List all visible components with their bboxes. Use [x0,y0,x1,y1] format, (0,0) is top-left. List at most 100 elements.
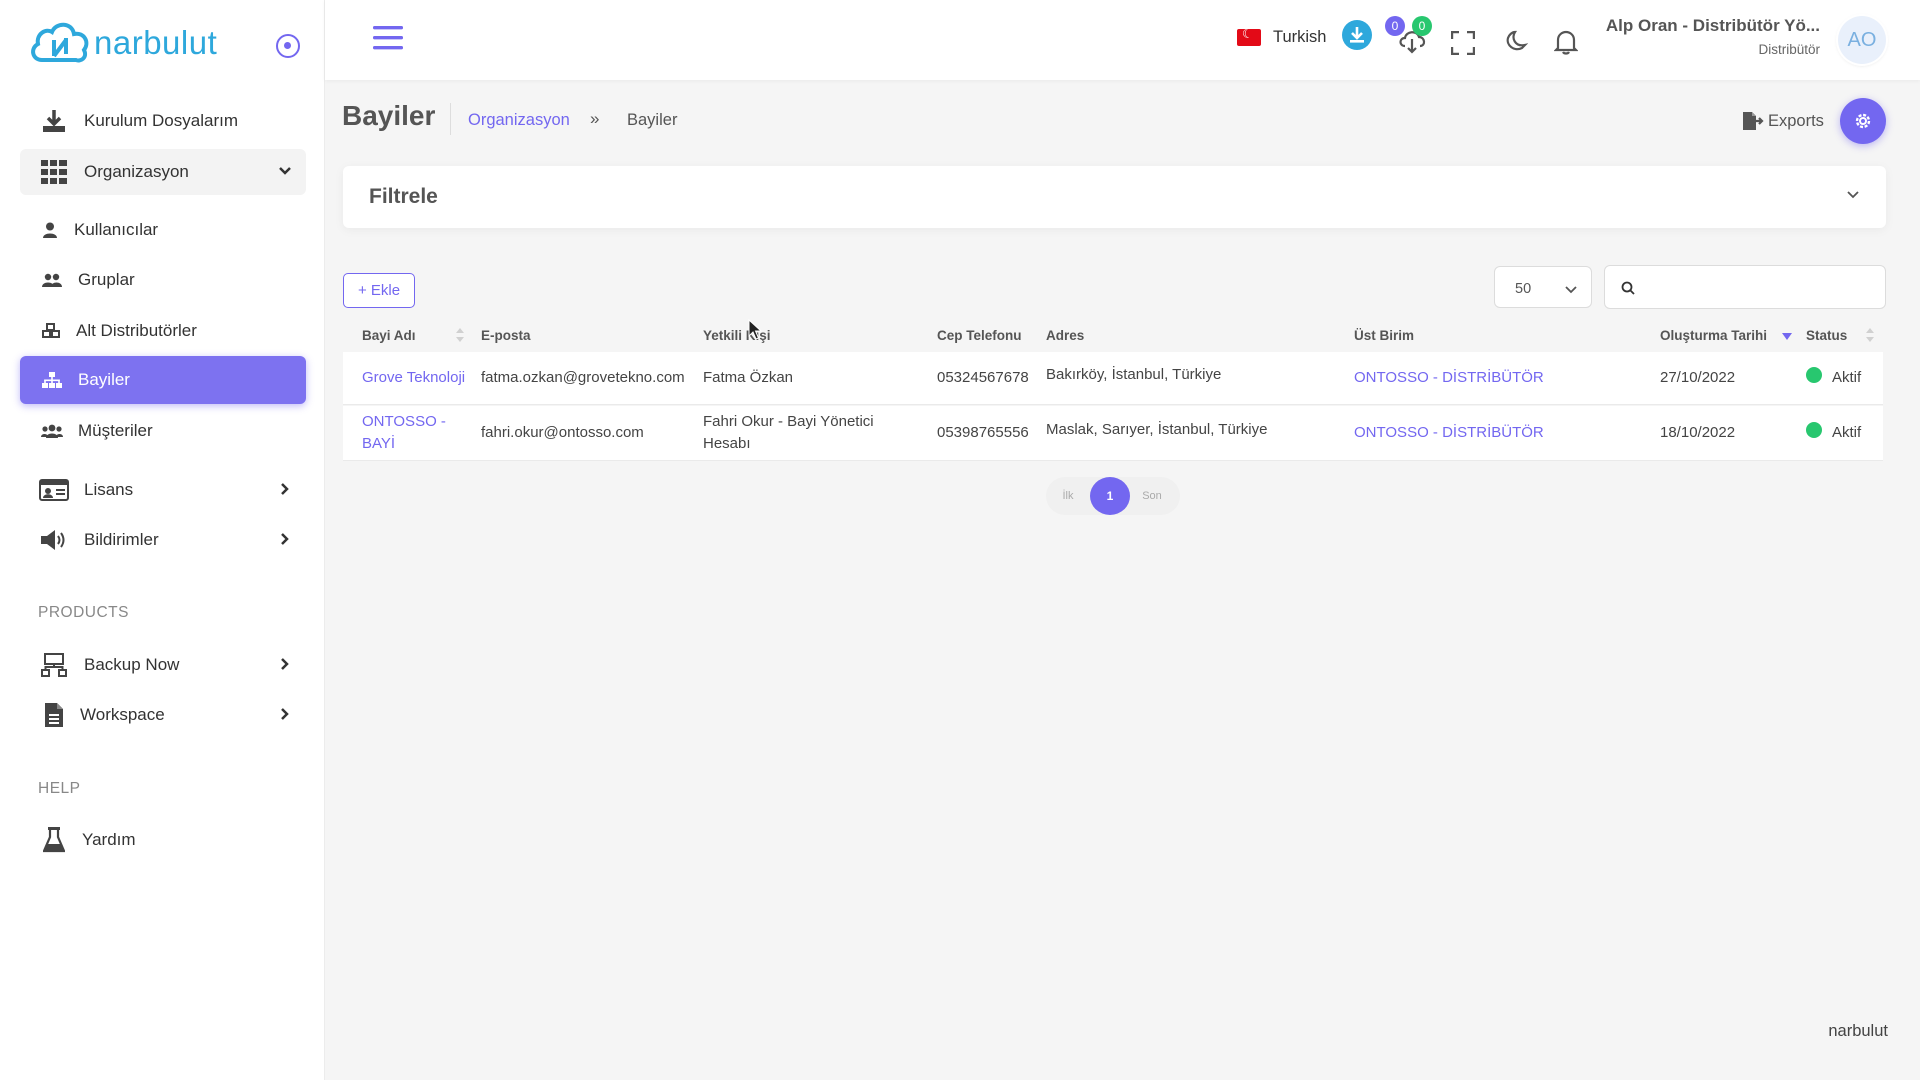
column-header-status[interactable]: Status [1806,328,1847,343]
dealer-contact: Fahri Okur - Bayi Yönetici Hesabı [703,411,874,455]
hamburger-menu-icon[interactable] [373,25,403,51]
search-input[interactable] [1645,274,1875,300]
sidebar-item-label: Bildirimler [84,530,159,549]
dealer-address: Bakırköy, İstanbul, Türkiye [1046,366,1222,383]
section-title-help: HELP [38,780,81,797]
sidebar-item-label: Gruplar [78,270,135,289]
sidebar: narbulut Kurulum Dosyalarım Organizasyon… [0,0,325,1080]
chevron-right-icon [281,533,289,545]
breadcrumb-organization-link[interactable]: Organizasyon [468,111,570,130]
sidebar-item-label: Lisans [84,480,134,499]
page-size-value: 50 [1515,281,1532,297]
download-circle-icon[interactable] [1341,19,1373,51]
sidebar-item-dealers[interactable]: Bayiler [20,356,306,404]
sidebar-item-notifications[interactable]: Bildirimler [20,517,306,563]
sidebar-item-backup-now[interactable]: Backup Now [20,642,306,688]
sidebar-pin-toggle[interactable] [276,34,300,58]
dealer-contact-line: Fahri Okur - Bayi Yönetici [703,413,874,430]
fullscreen-icon[interactable] [1451,31,1475,55]
search-box[interactable] [1604,265,1886,309]
chevron-right-icon [281,483,289,495]
sidebar-item-setup-files[interactable]: Kurulum Dosyalarım [20,98,306,144]
parent-unit-link[interactable]: ONTOSSO - DİSTRİBÜTÖR [1354,367,1544,389]
column-header-email[interactable]: E-posta [481,328,531,343]
dealer-address: Maslak, Sarıyer, İstanbul, Türkiye [1046,421,1268,438]
flask-icon [34,827,74,853]
dealer-contact: Fatma Özkan [703,369,794,386]
user-name: Alp Oran - Distribütör Yö... [1605,16,1820,35]
dealer-phone: 05324567678 [937,369,1029,386]
mouse-cursor-icon [748,319,762,340]
dealer-name-line: BAYİ [362,435,396,452]
sidebar-item-label: Yardım [82,830,136,849]
settings-button[interactable] [1840,98,1886,144]
exports-button[interactable]: Exports [1742,111,1824,131]
dealer-name-link[interactable]: ONTOSSO - BAYİ [362,411,446,455]
badge-count-green: 0 [1412,16,1432,36]
column-header-dealer-name[interactable]: Bayi Adı [362,328,416,343]
add-dealer-button[interactable]: + Ekle [343,273,415,308]
page-size-select[interactable]: 50 [1494,266,1592,308]
chevron-down-icon [1565,286,1577,294]
status-label: Aktif [1832,369,1862,386]
download-icon [34,108,74,134]
user-menu[interactable]: Alp Oran - Distribütör Yö... Distribütör [1606,16,1820,57]
sort-icon[interactable] [1865,326,1875,344]
pagination-last[interactable]: Son [1130,490,1174,502]
network-icon [34,653,74,677]
sidebar-item-label: Alt Distributörler [76,321,197,340]
column-header-phone[interactable]: Cep Telefonu [937,328,1022,343]
status-badge: Aktif [1806,367,1861,389]
language-selector[interactable]: Turkish [1237,26,1326,47]
brand-logo[interactable]: narbulut [28,18,217,68]
search-icon [1621,281,1635,295]
status-dot-icon [1806,422,1822,438]
column-header-created-date[interactable]: Oluşturma Tarihi [1660,328,1767,343]
turkey-flag-icon [1237,26,1261,46]
table-row: Grove Teknoloji fatma.ozkan@grovetekno.c… [343,352,1883,405]
section-title-products: PRODUCTS [38,604,129,621]
sidebar-item-label: Workspace [80,705,165,724]
top-header: Turkish 0 0 Alp Oran - Distribütör Yö...… [325,0,1920,80]
dealer-phone: 05398765556 [937,424,1029,441]
sidebar-item-workspace[interactable]: Workspace [20,692,306,738]
sidebar-item-label: Bayiler [78,370,130,389]
sidebar-item-customers[interactable]: Müşteriler [20,408,306,454]
avatar[interactable]: AO [1838,16,1886,64]
dealer-created-date: 27/10/2022 [1660,369,1736,386]
sidebar-item-help[interactable]: Yardım [20,817,306,863]
sort-icon[interactable] [455,326,465,344]
sidebar-item-sub-distributors[interactable]: Alt Distributörler [20,308,306,354]
breadcrumb-divider [450,103,451,135]
dealer-name-link[interactable]: Grove Teknoloji [362,367,465,389]
sort-desc-icon[interactable] [1781,332,1793,342]
sidebar-item-label: Backup Now [84,655,180,674]
status-badge: Aktif [1806,422,1861,444]
notification-bell-icon[interactable] [1554,29,1578,55]
column-header-parent-unit[interactable]: Üst Birim [1354,328,1414,343]
sidebar-item-license[interactable]: Lisans [20,467,306,513]
chevron-down-icon[interactable] [1846,190,1860,200]
sitemap-icon [40,372,64,388]
sidebar-item-groups[interactable]: Gruplar [20,257,306,303]
dark-mode-moon-icon[interactable] [1504,30,1528,54]
parent-unit-link[interactable]: ONTOSSO - DİSTRİBÜTÖR [1354,422,1544,444]
dealer-created-date: 18/10/2022 [1660,424,1736,441]
sidebar-item-label: Kullanıcılar [74,220,159,239]
chevron-down-icon [279,167,291,175]
breadcrumb-separator: » [590,109,600,128]
dealer-contact-line: Hesabı [703,435,751,452]
sidebar-item-organization[interactable]: Organizasyon [20,149,306,195]
sidebar-item-users[interactable]: Kullanıcılar [20,207,306,253]
user-role: Distribütör [1758,42,1820,57]
cubes-icon [40,323,62,339]
column-header-address[interactable]: Adres [1046,328,1084,343]
sidebar-item-label: Müşteriler [78,421,153,440]
sidebar-item-label: Kurulum Dosyalarım [84,111,238,130]
filter-panel[interactable]: Filtrele [343,166,1886,228]
pagination-page-current[interactable]: 1 [1090,477,1130,515]
breadcrumb-current: Bayiler [627,111,678,129]
pagination-first[interactable]: İlk [1046,490,1090,502]
file-export-icon [1743,112,1764,130]
chevron-right-icon [281,708,289,720]
